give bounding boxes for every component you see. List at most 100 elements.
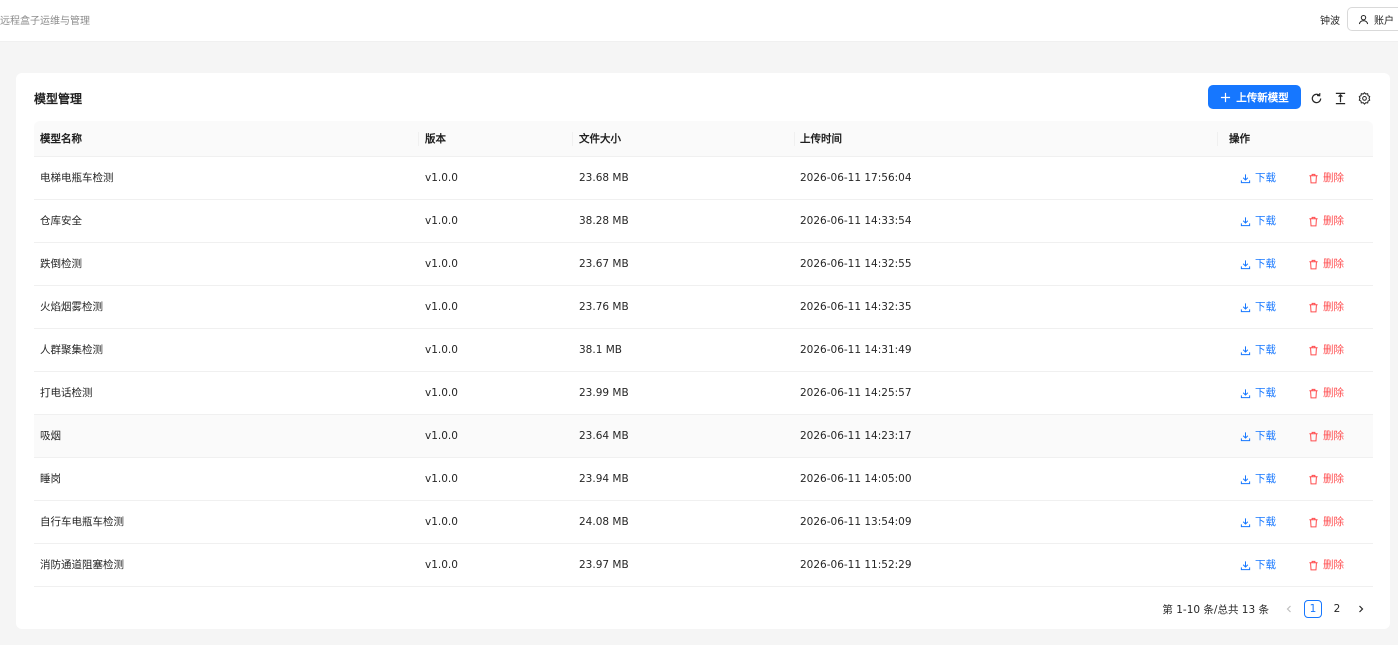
- download-icon: [1240, 388, 1251, 398]
- user-name: 钟波: [1320, 16, 1340, 27]
- version-cell: v1.0.0: [425, 215, 458, 227]
- upload-time-cell: 2026-06-11 14:32:35: [800, 301, 912, 313]
- model-name-cell: 仓库安全: [40, 215, 82, 227]
- download-button[interactable]: 下载: [1240, 559, 1276, 571]
- download-button[interactable]: 下载: [1240, 344, 1276, 356]
- delete-icon: [1309, 388, 1318, 398]
- column-header-actions: 操作: [1229, 133, 1250, 145]
- file-size-cell: 23.68 MB: [579, 172, 629, 184]
- delete-button[interactable]: 删除: [1308, 559, 1344, 571]
- version-cell: v1.0.0: [425, 516, 458, 528]
- upload-time-cell: 2026-06-11 14:05:00: [800, 473, 912, 485]
- file-size-cell: 38.28 MB: [579, 215, 629, 227]
- model-name-cell: 人群聚集检测: [40, 344, 103, 356]
- download-label: 下载: [1255, 387, 1276, 399]
- upload-time-cell: 2026-06-11 11:52:29: [800, 559, 912, 571]
- version-cell: v1.0.0: [425, 473, 458, 485]
- model-name-cell: 打电话检测: [40, 387, 93, 399]
- delete-icon: [1309, 560, 1318, 570]
- upload-new-model-button[interactable]: 上传新模型: [1208, 85, 1301, 109]
- delete-button[interactable]: 删除: [1308, 516, 1344, 528]
- download-button[interactable]: 下载: [1240, 387, 1276, 399]
- pagination-total: 第 1-10 条/总共 13 条: [1162, 603, 1269, 616]
- page-2-button[interactable]: 2: [1328, 600, 1346, 618]
- table-row: 睡岗 v1.0.0 23.94 MB 2026-06-11 14:05:00 下载 删除: [34, 458, 1373, 501]
- delete-icon: [1309, 474, 1318, 484]
- file-size-cell: 23.76 MB: [579, 301, 629, 313]
- table-row: 自行车电瓶车检测 v1.0.0 24.08 MB 2026-06-11 13:54:0…: [34, 501, 1373, 544]
- file-size-cell: 23.64 MB: [579, 430, 629, 442]
- download-label: 下载: [1255, 473, 1276, 485]
- table-row: 消防通道阻塞检测 v1.0.0 23.97 MB 2026-06-11 11:52:2…: [34, 544, 1373, 587]
- download-button[interactable]: 下载: [1240, 215, 1276, 227]
- delete-label: 删除: [1323, 258, 1344, 270]
- download-button[interactable]: 下载: [1240, 473, 1276, 485]
- delete-icon: [1309, 173, 1318, 183]
- file-size-cell: 23.99 MB: [579, 387, 629, 399]
- download-label: 下载: [1255, 430, 1276, 442]
- column-header-time: 上传时间: [800, 133, 842, 145]
- model-name-cell: 自行车电瓶车检测: [40, 516, 124, 528]
- delete-label: 删除: [1323, 344, 1344, 356]
- download-icon: [1240, 216, 1251, 226]
- download-button[interactable]: 下载: [1240, 516, 1276, 528]
- download-label: 下载: [1255, 258, 1276, 270]
- upload-time-cell: 2026-06-11 14:25:57: [800, 387, 912, 399]
- download-icon: [1240, 302, 1251, 312]
- setting-icon[interactable]: [1357, 91, 1371, 105]
- table-row: 吸烟 v1.0.0 23.64 MB 2026-06-11 14:23:17 下载 删除: [34, 415, 1373, 458]
- version-cell: v1.0.0: [425, 258, 458, 270]
- delete-button[interactable]: 删除: [1308, 473, 1344, 485]
- top-bar: 远程盒子运维与管理 钟波 账户: [0, 0, 1398, 42]
- delete-label: 删除: [1323, 387, 1344, 399]
- version-cell: v1.0.0: [425, 430, 458, 442]
- download-button[interactable]: 下载: [1240, 301, 1276, 313]
- model-name-cell: 吸烟: [40, 430, 61, 442]
- chevron-right-icon: [1359, 605, 1364, 613]
- delete-button[interactable]: 删除: [1308, 387, 1344, 399]
- chevron-left-icon: [1286, 605, 1291, 613]
- column-header-size: 文件大小: [579, 133, 621, 145]
- pagination: 第 1-10 条/总共 13 条 1 2: [1162, 599, 1373, 619]
- delete-button[interactable]: 删除: [1308, 215, 1344, 227]
- file-size-cell: 38.1 MB: [579, 344, 622, 356]
- download-icon: [1240, 259, 1251, 269]
- table-row: 电梯电瓶车检测 v1.0.0 23.68 MB 2026-06-11 17:56:04…: [34, 157, 1373, 200]
- prev-page-button[interactable]: [1280, 600, 1298, 618]
- page-title: 模型管理: [34, 92, 83, 106]
- upload-time-cell: 2026-06-11 13:54:09: [800, 516, 912, 528]
- model-name-cell: 跌倒检测: [40, 258, 82, 270]
- next-page-button[interactable]: [1352, 600, 1370, 618]
- reload-icon[interactable]: [1309, 91, 1323, 105]
- table-row: 跌倒检测 v1.0.0 23.67 MB 2026-06-11 14:32:55 下载 删…: [34, 243, 1373, 286]
- download-button[interactable]: 下载: [1240, 258, 1276, 270]
- version-cell: v1.0.0: [425, 559, 458, 571]
- delete-icon: [1309, 345, 1318, 355]
- file-size-cell: 24.08 MB: [579, 516, 629, 528]
- upload-time-cell: 2026-06-11 14:31:49: [800, 344, 912, 356]
- download-button[interactable]: 下载: [1240, 172, 1276, 184]
- delete-label: 删除: [1323, 559, 1344, 571]
- table-row: 仓库安全 v1.0.0 38.28 MB 2026-06-11 14:33:54 下载 删…: [34, 200, 1373, 243]
- model-name-cell: 火焰烟雾检测: [40, 301, 103, 313]
- delete-button[interactable]: 删除: [1308, 172, 1344, 184]
- delete-label: 删除: [1323, 473, 1344, 485]
- column-divider: [1217, 132, 1218, 146]
- page-1-button[interactable]: 1: [1304, 600, 1322, 618]
- delete-button[interactable]: 删除: [1308, 430, 1344, 442]
- delete-button[interactable]: 删除: [1308, 301, 1344, 313]
- download-icon: [1240, 517, 1251, 527]
- delete-button[interactable]: 删除: [1308, 344, 1344, 356]
- delete-label: 删除: [1323, 430, 1344, 442]
- model-name-cell: 睡岗: [40, 473, 61, 485]
- delete-icon: [1309, 216, 1318, 226]
- app-title: 远程盒子运维与管理: [0, 16, 90, 27]
- delete-label: 删除: [1323, 172, 1344, 184]
- download-button[interactable]: 下载: [1240, 430, 1276, 442]
- user-icon: [1358, 14, 1369, 24]
- account-label: 账户: [1374, 15, 1394, 27]
- delete-button[interactable]: 删除: [1308, 258, 1344, 270]
- download-icon: [1240, 474, 1251, 484]
- account-button[interactable]: 账户: [1347, 7, 1398, 31]
- column-height-icon[interactable]: [1333, 91, 1347, 105]
